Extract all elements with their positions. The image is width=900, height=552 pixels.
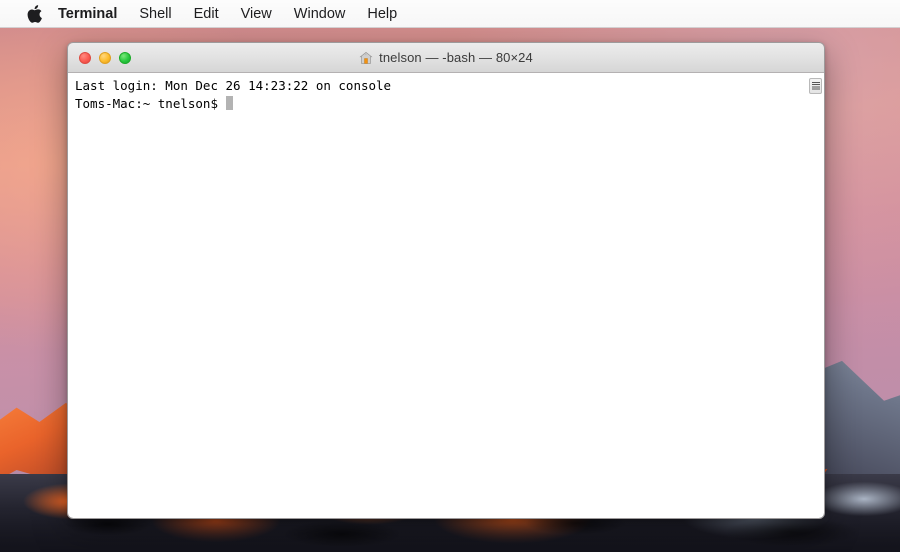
- terminal-prompt-text: Toms-Mac:~ tnelson$: [75, 96, 226, 111]
- terminal-output-area[interactable]: Last login: Mon Dec 26 14:23:22 on conso…: [68, 73, 824, 518]
- apple-logo-icon[interactable]: [24, 3, 44, 25]
- zoom-button[interactable]: [119, 51, 131, 64]
- terminal-line-login: Last login: Mon Dec 26 14:23:22 on conso…: [75, 78, 392, 93]
- terminal-cursor: [225, 96, 234, 110]
- desktop: Terminal Shell Edit View Window Help tne…: [0, 0, 900, 552]
- menu-bar: Terminal Shell Edit View Window Help: [0, 0, 900, 28]
- menu-item-help[interactable]: Help: [356, 0, 408, 28]
- menu-item-terminal[interactable]: Terminal: [52, 0, 128, 28]
- terminal-line-prompt: Toms-Mac:~ tnelson$: [75, 95, 824, 113]
- window-title: tnelson — -bash — 80×24: [379, 50, 533, 65]
- menu-item-shell[interactable]: Shell: [128, 0, 182, 28]
- scroll-thumb-grip: [811, 81, 820, 91]
- menu-item-view[interactable]: View: [230, 0, 283, 28]
- terminal-window[interactable]: tnelson — -bash — 80×24 Last login: Mon …: [67, 42, 825, 519]
- menu-item-window[interactable]: Window: [283, 0, 357, 28]
- window-controls: [79, 51, 131, 64]
- window-title-group: tnelson — -bash — 80×24: [68, 50, 824, 65]
- minimize-button[interactable]: [99, 51, 111, 64]
- close-button[interactable]: [79, 51, 91, 64]
- window-titlebar[interactable]: tnelson — -bash — 80×24: [68, 43, 824, 73]
- home-folder-icon: [359, 51, 373, 65]
- menu-item-edit[interactable]: Edit: [183, 0, 230, 28]
- scroll-thumb-icon[interactable]: [809, 78, 822, 94]
